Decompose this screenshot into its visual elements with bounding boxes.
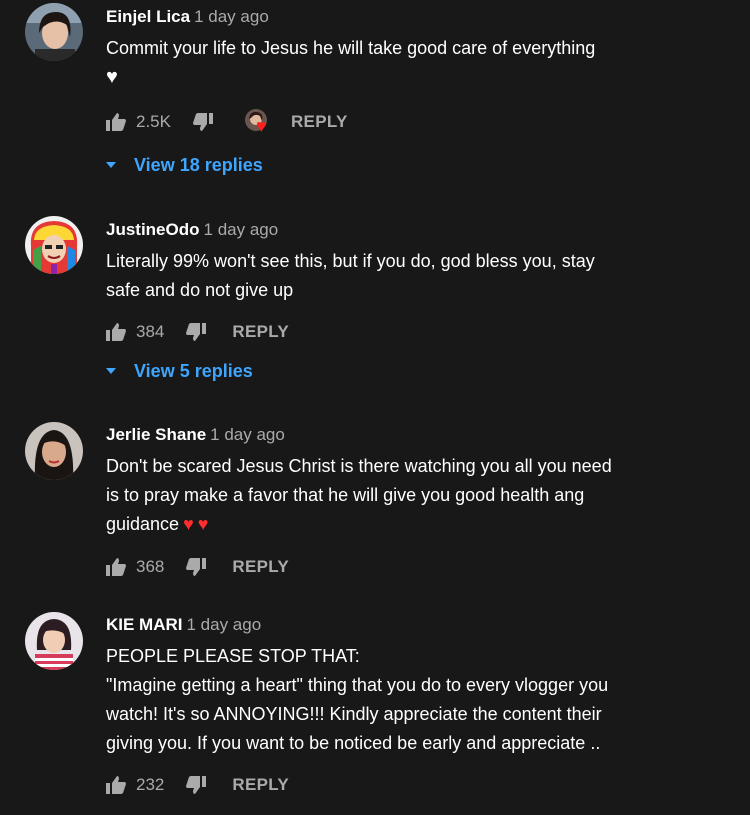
reply-button[interactable]: REPLY [232, 557, 289, 577]
like-count: 384 [136, 322, 165, 341]
thumbs-up-icon [106, 776, 126, 794]
red-heart-emoji: ♥ [197, 514, 209, 534]
caret-down-icon [106, 368, 116, 374]
like-button[interactable] [106, 776, 126, 794]
caret-down-icon [106, 162, 116, 168]
comment-timestamp[interactable]: 1 day ago [204, 220, 279, 239]
author-name[interactable]: Jerlie Shane [106, 425, 206, 444]
like-button[interactable] [106, 113, 126, 131]
thumbs-down-icon [192, 113, 213, 131]
creator-heart-icon: ♥ [244, 109, 273, 135]
thumbs-up-icon [106, 558, 126, 576]
avatar[interactable] [25, 612, 83, 670]
thumbs-up-icon [106, 323, 126, 341]
dislike-button[interactable] [186, 776, 207, 794]
comment-body: Commit your life to Jesus he will take g… [106, 38, 596, 58]
reply-button[interactable]: REPLY [291, 112, 348, 132]
comment-timestamp[interactable]: 1 day ago [187, 615, 262, 634]
like-count: 2.5K [136, 112, 171, 131]
thumbs-down-icon [186, 323, 207, 341]
avatar[interactable] [25, 422, 83, 480]
white-heart-emoji: ♥ [106, 66, 118, 88]
like-button[interactable] [106, 323, 126, 341]
author-name[interactable]: Einjel Lica [106, 7, 190, 26]
avatar[interactable] [25, 3, 83, 61]
view-replies-label: View 18 replies [134, 154, 263, 175]
dislike-button[interactable] [186, 558, 207, 576]
dislike-button[interactable] [186, 323, 207, 341]
avatar[interactable] [25, 216, 83, 274]
author-name[interactable]: KIE MARI [106, 615, 183, 634]
comment-text: PEOPLE PLEASE STOP THAT: "Imagine gettin… [106, 646, 609, 753]
comment-text: Don't be scared Jesus Christ is there wa… [106, 452, 710, 539]
comment-text: Commit your life to Jesus he will take g… [106, 34, 710, 92]
dislike-button[interactable] [192, 113, 213, 131]
thumbs-down-icon [186, 776, 207, 794]
comment-body: Don't be scared Jesus Christ is there wa… [106, 456, 612, 534]
reply-button[interactable]: REPLY [232, 322, 289, 342]
view-replies-label: View 5 replies [134, 360, 253, 381]
like-count: 368 [136, 557, 165, 576]
like-count: 232 [136, 775, 165, 794]
red-heart-emoji: ♥ [183, 514, 194, 534]
comment-timestamp[interactable]: 1 day ago [210, 425, 285, 444]
author-name[interactable]: JustineOdo [106, 220, 200, 239]
comment-text: Literally 99% won't see this, but if you… [106, 251, 595, 300]
reply-button[interactable]: REPLY [232, 775, 289, 795]
like-button[interactable] [106, 558, 126, 576]
thumbs-up-icon [106, 113, 126, 131]
thumbs-down-icon [186, 558, 207, 576]
view-replies-button[interactable]: View 18 replies [106, 152, 263, 178]
comment-timestamp[interactable]: 1 day ago [194, 7, 269, 26]
view-replies-button[interactable]: View 5 replies [106, 358, 253, 384]
